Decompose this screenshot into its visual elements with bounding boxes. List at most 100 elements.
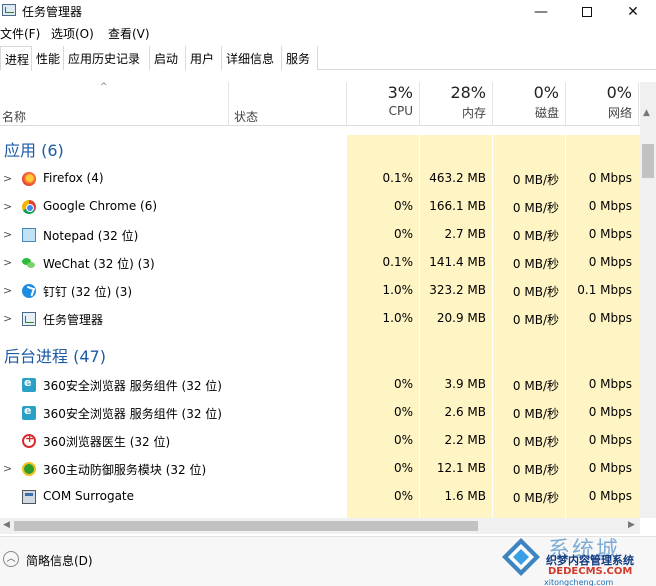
network-value: 0 Mbps: [588, 199, 632, 213]
cpu-value: 0.1%: [382, 171, 414, 185]
process-name: Notepad (32 位): [43, 229, 139, 243]
tab-users[interactable]: 用户: [186, 46, 222, 70]
process-row-360-browser-service-1[interactable]: 360安全浏览器 服务组件 (32 位) 0% 3.9 MB 0 MB/秒 0 …: [0, 371, 640, 399]
column-status-header[interactable]: 状态: [234, 108, 258, 125]
collapse-up-icon[interactable]: ︿: [3, 551, 19, 567]
menu-file[interactable]: 文件(F): [0, 25, 40, 42]
network-value: 0 Mbps: [588, 311, 632, 325]
column-network-header[interactable]: 0% 网络: [566, 82, 638, 126]
watermark-line3: xitongcheng.com: [544, 578, 614, 586]
memory-label: 内存: [461, 106, 486, 120]
process-name: WeChat (32 位) (3): [43, 257, 155, 271]
cpu-value: 0%: [393, 199, 413, 213]
process-row-firefox[interactable]: > Firefox (4) 0.1% 463.2 MB 0 MB/秒 0 Mbp…: [0, 165, 640, 193]
tab-bar: 进程 性能 应用历史记录 启动 用户 详细信息 服务: [0, 46, 656, 71]
vertical-scrollbar[interactable]: ▲: [640, 82, 656, 518]
network-value: 0 Mbps: [588, 433, 632, 447]
disk-value: 0 MB/秒: [512, 407, 559, 421]
fewer-details-button[interactable]: 简略信息(D): [26, 552, 93, 569]
disk-value: 0 MB/秒: [512, 313, 559, 327]
process-row-chrome[interactable]: > Google Chrome (6) 0% 166.1 MB 0 MB/秒 0…: [0, 193, 640, 221]
process-name: 钉钉 (32 位) (3): [43, 285, 133, 299]
window-title: 任务管理器: [22, 5, 83, 19]
process-row-dingtalk[interactable]: > 钉钉 (32 位) (3) 1.0% 323.2 MB 0 MB/秒 0.1…: [0, 277, 640, 305]
cpu-value: 0%: [393, 433, 413, 447]
process-row-wechat[interactable]: > WeChat (32 位) (3) 0.1% 141.4 MB 0 MB/秒…: [0, 249, 640, 277]
expand-chevron-icon[interactable]: >: [3, 284, 12, 297]
expand-chevron-icon[interactable]: >: [3, 312, 12, 325]
watermark: 系统城 织梦内容管理系统 DEDECMS.COM xitongcheng.com: [500, 530, 656, 586]
menu-options[interactable]: 选项(O): [51, 25, 94, 42]
horizontal-scroll-thumb[interactable]: [14, 521, 478, 531]
process-row-360-browser-service-2[interactable]: 360安全浏览器 服务组件 (32 位) 0% 2.6 MB 0 MB/秒 0 …: [0, 399, 640, 427]
column-memory-header[interactable]: 28% 内存: [420, 82, 492, 126]
process-row-task-manager[interactable]: > 任务管理器 1.0% 20.9 MB 0 MB/秒 0 Mbps: [0, 305, 640, 333]
column-cpu-header[interactable]: 3% CPU: [347, 82, 419, 126]
vertical-scroll-thumb[interactable]: [642, 144, 654, 178]
sort-arrow-icon[interactable]: ^: [100, 82, 108, 92]
dingtalk-icon: [22, 284, 36, 298]
network-value: 0 Mbps: [588, 405, 632, 419]
watermark-line2: DEDECMS.COM: [548, 566, 633, 577]
memory-value: 20.9 MB: [436, 311, 486, 325]
close-button[interactable]: ✕: [610, 0, 656, 24]
cpu-value: 0%: [393, 377, 413, 391]
memory-value: 2.6 MB: [444, 405, 486, 419]
network-value: 0.1 Mbps: [577, 283, 632, 297]
expand-chevron-icon[interactable]: >: [3, 172, 12, 185]
disk-total-percent: 0%: [533, 83, 559, 102]
process-row-notepad[interactable]: > Notepad (32 位) 0% 2.7 MB 0 MB/秒 0 Mbps: [0, 221, 640, 249]
tab-startup[interactable]: 启动: [150, 46, 186, 70]
cpu-value: 0%: [393, 227, 413, 241]
group-title-background: 后台进程 (47): [4, 347, 106, 366]
expand-chevron-icon[interactable]: >: [3, 462, 12, 475]
maximize-icon: [582, 7, 592, 17]
process-list: 应用 (6) > Firefox (4) 0.1% 463.2 MB 0 MB/…: [0, 135, 640, 518]
scroll-up-arrow-icon[interactable]: ▲: [643, 108, 650, 118]
disk-value: 0 MB/秒: [512, 173, 559, 187]
memory-value: 12.1 MB: [436, 461, 486, 475]
network-value: 0 Mbps: [588, 377, 632, 391]
tab-services[interactable]: 服务: [282, 46, 318, 70]
column-divider[interactable]: [228, 82, 229, 126]
process-name: 360浏览器医生 (32 位): [43, 435, 171, 449]
group-title-apps: 应用 (6): [4, 141, 64, 160]
memory-value: 323.2 MB: [429, 283, 486, 297]
network-total-percent: 0%: [606, 83, 632, 102]
disk-label: 磁盘: [534, 106, 559, 120]
group-header-apps[interactable]: 应用 (6): [0, 135, 640, 163]
360-defense-icon: [22, 462, 36, 476]
expand-chevron-icon[interactable]: >: [3, 200, 12, 213]
scroll-right-arrow-icon[interactable]: ▶: [628, 520, 635, 530]
tab-processes[interactable]: 进程: [0, 46, 32, 71]
expand-chevron-icon[interactable]: >: [3, 228, 12, 241]
360-doctor-icon: [22, 432, 36, 448]
cpu-value: 0.1%: [382, 255, 414, 269]
process-name: 360安全浏览器 服务组件 (32 位): [43, 407, 222, 421]
process-row-com-surrogate[interactable]: COM Surrogate 0% 1.6 MB 0 MB/秒 0 Mbps: [0, 483, 640, 511]
maximize-button[interactable]: [564, 0, 610, 24]
chrome-icon: [22, 200, 36, 214]
expand-chevron-icon[interactable]: >: [3, 256, 12, 269]
menu-view[interactable]: 查看(V): [108, 25, 150, 42]
memory-value: 2.2 MB: [444, 433, 486, 447]
disk-value: 0 MB/秒: [512, 285, 559, 299]
minimize-button[interactable]: —: [518, 0, 564, 24]
menu-bar: 文件(F) 选项(O) 查看(V): [0, 24, 656, 42]
group-header-background[interactable]: 后台进程 (47): [0, 341, 640, 369]
column-name-header[interactable]: 名称: [2, 108, 26, 125]
column-disk-header[interactable]: 0% 磁盘: [493, 82, 565, 126]
360-browser-icon: [22, 404, 36, 420]
cpu-value: 0%: [393, 405, 413, 419]
tab-details[interactable]: 详细信息: [222, 46, 282, 70]
cpu-total-percent: 3%: [387, 83, 413, 102]
process-row-360-defense[interactable]: > 360主动防御服务模块 (32 位) 0% 12.1 MB 0 MB/秒 0…: [0, 455, 640, 483]
process-row-360-browser-doctor[interactable]: 360浏览器医生 (32 位) 0% 2.2 MB 0 MB/秒 0 Mbps: [0, 427, 640, 455]
memory-value: 3.9 MB: [444, 377, 486, 391]
tab-performance[interactable]: 性能: [32, 46, 64, 70]
disk-value: 0 MB/秒: [512, 491, 559, 505]
scroll-left-arrow-icon[interactable]: ◀: [3, 520, 10, 530]
tab-app-history[interactable]: 应用历史记录: [64, 46, 150, 70]
process-name: 360安全浏览器 服务组件 (32 位): [43, 379, 222, 393]
network-label: 网络: [607, 106, 632, 120]
